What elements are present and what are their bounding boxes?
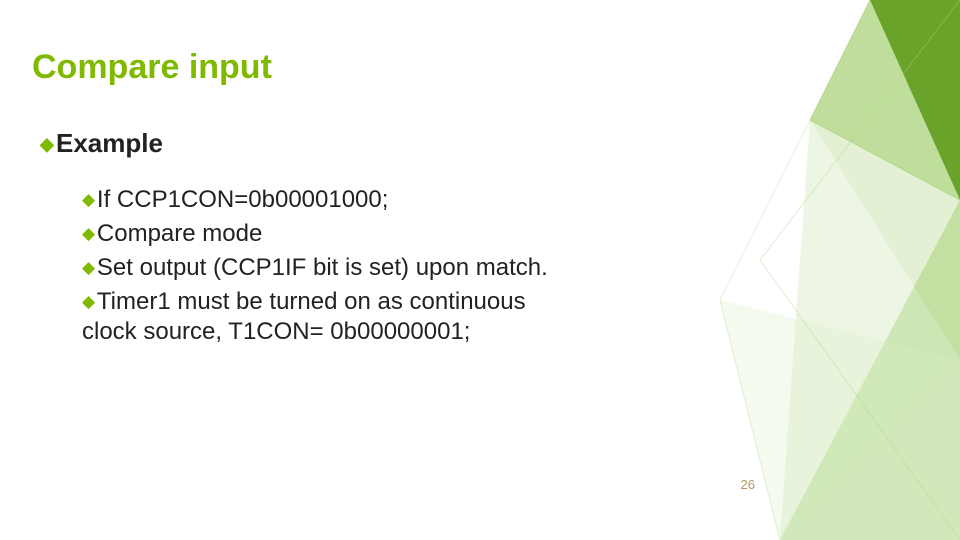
diamond-bullet-icon: ◆ [82,224,95,245]
bullet-text: Compare mode [97,220,262,247]
slide-body: ◆Example ◆If CCP1CON=0b00001000; ◆Compar… [40,128,560,351]
bullet-level2: ◆Timer1 must be turned on as continuous … [82,287,560,347]
bullet-text: Timer1 must be turned on as continuous c… [82,288,526,345]
diamond-bullet-icon: ◆ [40,134,54,156]
bullet-text: Example [56,128,163,158]
diamond-bullet-icon: ◆ [82,292,95,313]
bullet-level1: ◆Example [40,128,560,159]
slide: Compare input ◆Example ◆If CCP1CON=0b000… [0,0,960,540]
diamond-bullet-icon: ◆ [82,190,95,211]
bullet-level2: ◆Set output (CCP1IF bit is set) upon mat… [82,253,560,283]
bullet-level2: ◆Compare mode [82,219,560,249]
page-number: 26 [741,477,755,492]
bullet-level2: ◆If CCP1CON=0b00001000; [82,185,560,215]
slide-title: Compare input [32,48,272,87]
bullet-text: If CCP1CON=0b00001000; [97,186,389,213]
diamond-bullet-icon: ◆ [82,258,95,279]
decorative-shapes [660,0,960,540]
bullet-text: Set output (CCP1IF bit is set) upon matc… [97,254,548,281]
